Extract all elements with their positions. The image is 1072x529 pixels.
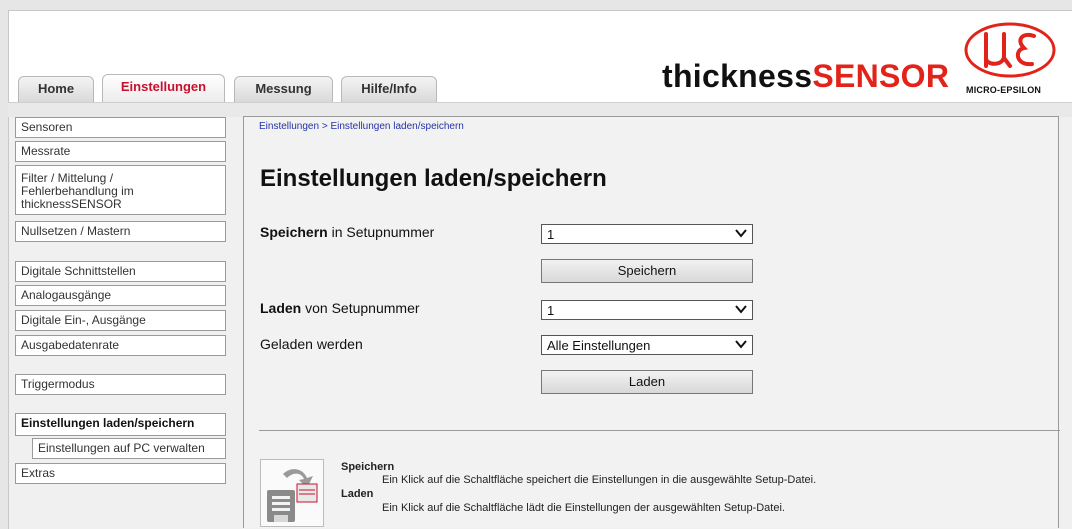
tab-messung-label: Messung: [255, 81, 312, 96]
sidebar-item-label: Digitale Schnittstellen: [21, 264, 136, 278]
tab-hilfe-info-label: Hilfe/Info: [361, 81, 417, 96]
tab-home[interactable]: Home: [18, 76, 94, 102]
sidebar-item-label: Ausgabedatenrate: [21, 338, 120, 352]
sidebar-item-label: Digitale Ein-, Ausgänge: [21, 313, 146, 327]
chevron-down-icon: [735, 340, 747, 349]
sidebar-item-label: Sensoren: [21, 120, 73, 134]
load-label: Laden von Setupnummer: [260, 300, 420, 316]
save-label-rest: in Setupnummer: [327, 224, 435, 240]
sidebar-item-label: Einstellungen auf PC verwalten: [38, 441, 205, 455]
sidebar-item-triggermodus[interactable]: Triggermodus: [15, 374, 226, 395]
sidebar-item-einstellungen-pc[interactable]: Einstellungen auf PC verwalten: [32, 438, 226, 459]
sidebar-item-digitale-schnittstellen[interactable]: Digitale Schnittstellen: [15, 261, 226, 282]
breadcrumb[interactable]: Einstellungen > Einstellungen laden/spei…: [259, 121, 464, 132]
sidebar-item-einstellungen-laden-speichern[interactable]: Einstellungen laden/speichern: [15, 413, 226, 436]
sidebar-item-label: Messrate: [21, 144, 71, 158]
sidebar-item-nullsetzen[interactable]: Nullsetzen / Mastern: [15, 221, 226, 242]
tab-messung[interactable]: Messung: [234, 76, 333, 102]
save-label: Speichern in Setupnummer: [260, 224, 434, 240]
sidebar-item-filter[interactable]: Filter / Mittelung / Fehlerbehandlung im…: [15, 165, 226, 215]
save-setup-select[interactable]: 1: [541, 224, 753, 244]
sidebar-item-label: Extras: [21, 466, 56, 480]
speichern-button[interactable]: Speichern: [541, 259, 753, 283]
sidebar-item-sensoren[interactable]: Sensoren: [15, 117, 226, 138]
sidebar-item-label: thicknessSENSOR: [21, 197, 122, 211]
load-setup-value: 1: [547, 303, 555, 318]
header-divider: [8, 102, 1072, 117]
sidebar-item-extras[interactable]: Extras: [15, 463, 226, 484]
chevron-down-icon: [735, 305, 747, 314]
micro-epsilon-logo-icon: [964, 22, 1056, 78]
sidebar-item-label: Triggermodus: [21, 377, 95, 391]
sidebar-item-label: Einstellungen laden/speichern: [21, 416, 195, 430]
help-save-title: Speichern: [341, 461, 395, 473]
loaded-value: Alle Einstellungen: [547, 338, 651, 353]
tab-hilfe-info[interactable]: Hilfe/Info: [341, 76, 437, 102]
load-setup-select[interactable]: 1: [541, 300, 753, 320]
help-icon-box: [260, 459, 324, 527]
section-divider: [259, 430, 1060, 431]
save-label-bold: Speichern: [260, 224, 328, 240]
main-panel: Einstellungen > Einstellungen laden/spei…: [243, 116, 1060, 528]
help-load-title: Laden: [341, 488, 374, 500]
sidebar-item-label: Nullsetzen / Mastern: [21, 224, 131, 238]
help-load-text: Ein Klick auf die Schaltfläche lädt die …: [382, 502, 785, 514]
brand-title: thicknessSENSOR: [662, 58, 949, 95]
chevron-down-icon: [735, 229, 747, 238]
tab-einstellungen-label: Einstellungen: [120, 79, 207, 94]
loaded-select[interactable]: Alle Einstellungen: [541, 335, 753, 355]
laden-button[interactable]: Laden: [541, 370, 753, 394]
logo-text: MICRO-EPSILON: [966, 85, 1042, 95]
brand-title-part1: thickness: [662, 58, 813, 94]
load-label-rest: von Setupnummer: [301, 300, 420, 316]
page-title: Einstellungen laden/speichern: [260, 165, 607, 192]
sidebar-item-digitale-ein-ausgaenge[interactable]: Digitale Ein-, Ausgänge: [15, 310, 226, 331]
save-load-icon: [267, 469, 318, 522]
sidebar-item-label: Analogausgänge: [21, 288, 112, 302]
brand-title-part2: SENSOR: [812, 58, 950, 94]
sidebar-item-analogausgaenge[interactable]: Analogausgänge: [15, 285, 226, 306]
save-setup-value: 1: [547, 227, 555, 242]
loaded-label: Geladen werden: [260, 336, 363, 352]
tab-home-label: Home: [37, 81, 75, 96]
sidebar-item-messrate[interactable]: Messrate: [15, 141, 226, 162]
help-save-text: Ein Klick auf die Schaltfläche speichert…: [382, 474, 817, 486]
load-label-bold: Laden: [260, 300, 302, 316]
sidebar-item-ausgabedatenrate[interactable]: Ausgabedatenrate: [15, 335, 226, 356]
tab-einstellungen[interactable]: Einstellungen: [102, 74, 225, 102]
